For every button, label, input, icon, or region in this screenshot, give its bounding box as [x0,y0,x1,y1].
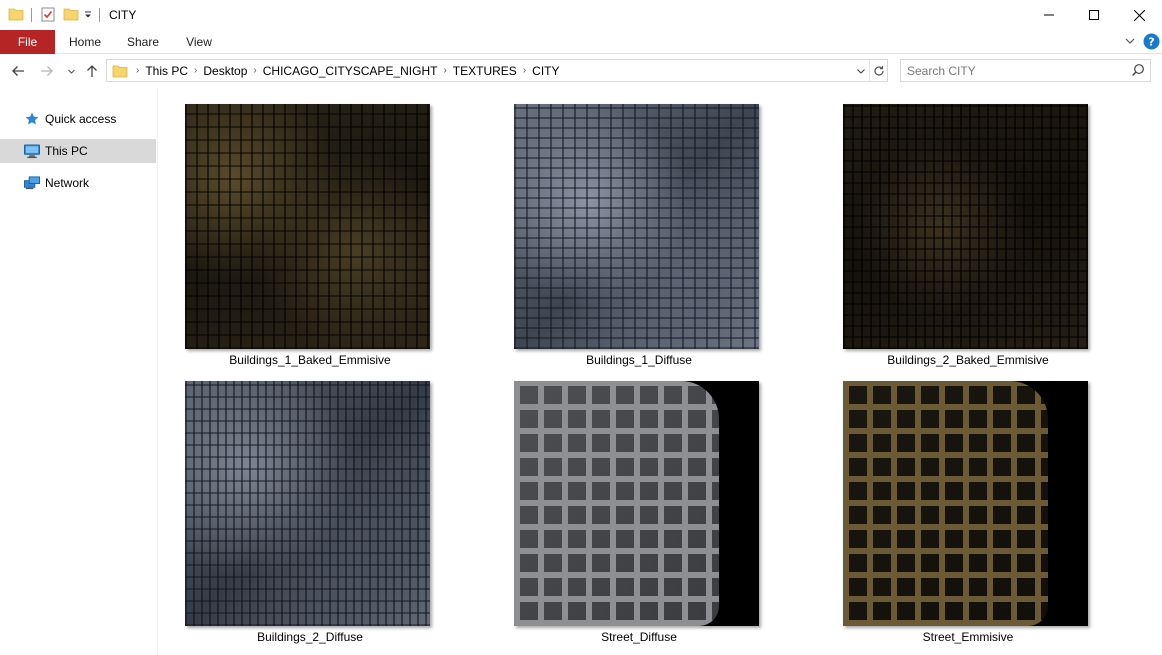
file-item[interactable]: Buildings_1_Baked_Emmisive [160,100,460,370]
breadcrumb-desktop[interactable]: Desktop [203,64,247,78]
search-icon[interactable] [1131,63,1145,80]
sidebar-item-this-pc[interactable]: This PC [0,139,156,163]
search-input[interactable] [907,62,1127,79]
search-box [900,59,1151,82]
expand-ribbon-icon[interactable] [1124,35,1136,50]
title-divider [99,8,100,22]
title-bar: CITY [0,0,1162,30]
folder-icon[interactable] [8,6,24,25]
network-icon [24,175,40,191]
star-icon [24,111,40,127]
breadcrumb-this-pc[interactable]: This PC [145,64,188,78]
customize-toolbar-icon[interactable] [83,9,93,23]
address-history-dropdown[interactable] [853,60,869,81]
sidebar-item-label: Quick access [45,112,117,126]
sidebar-item-label: Network [45,176,90,190]
chevron-right-icon[interactable]: › [253,65,256,76]
new-folder-icon[interactable] [63,6,79,25]
address-bar[interactable]: › This PC › Desktop › CHICAGO_CITYSCAPE_… [106,59,888,82]
refresh-button[interactable] [869,60,887,81]
breadcrumb-city[interactable]: CITY [532,64,559,78]
file-item[interactable]: Buildings_2_Baked_Emmisive [818,100,1118,370]
texture-thumbnail[interactable] [843,381,1088,626]
breadcrumb: › This PC › Desktop › CHICAGO_CITYSCAPE_… [107,60,566,81]
chevron-right-icon[interactable]: › [194,65,197,76]
tab-view[interactable]: View [176,30,222,54]
back-arrow-icon[interactable] [10,63,26,79]
forward-arrow-icon[interactable] [39,63,55,79]
texture-thumbnail[interactable] [514,381,759,626]
sidebar-item-network[interactable]: Network [0,171,156,195]
recent-locations-icon[interactable] [63,63,79,79]
svg-text:?: ? [1148,36,1154,49]
ribbon: File Home Share View ? [0,30,1162,54]
file-item[interactable]: Street_Diffuse [489,377,789,647]
minimize-button[interactable] [1026,0,1072,30]
chevron-right-icon[interactable]: › [443,65,446,76]
properties-icon[interactable] [40,6,56,25]
folder-icon [112,63,128,79]
breadcrumb-textures[interactable]: TEXTURES [453,64,517,78]
texture-thumbnail[interactable] [843,104,1088,349]
texture-thumbnail[interactable] [185,104,430,349]
sidebar-item-label: This PC [45,144,88,158]
up-arrow-icon[interactable] [84,63,100,79]
sidebar-item-quick-access[interactable]: Quick access [0,107,156,131]
file-item[interactable]: Street_Emmisive [818,377,1118,647]
quick-access-divider [31,8,32,22]
navigation-pane: Quick access This PC Network [0,88,158,655]
chevron-right-icon[interactable]: › [523,65,526,76]
tab-file[interactable]: File [0,30,55,54]
maximize-button[interactable] [1071,0,1117,30]
file-name[interactable]: Buildings_1_Baked_Emmisive [160,353,460,367]
file-item[interactable]: Buildings_1_Diffuse [489,100,789,370]
file-name[interactable]: Street_Diffuse [489,630,789,644]
file-name[interactable]: Street_Emmisive [818,630,1118,644]
help-icon[interactable]: ? [1143,33,1160,53]
texture-thumbnail[interactable] [185,381,430,626]
chevron-right-icon[interactable]: › [136,65,139,76]
close-button[interactable] [1116,0,1162,30]
file-name[interactable]: Buildings_2_Baked_Emmisive [818,353,1118,367]
file-name[interactable]: Buildings_2_Diffuse [160,630,460,644]
tab-home[interactable]: Home [60,30,110,54]
computer-icon [24,143,40,159]
window-title: CITY [109,8,137,22]
file-name[interactable]: Buildings_1_Diffuse [489,353,789,367]
file-item[interactable]: Buildings_2_Diffuse [160,377,460,647]
address-row: › This PC › Desktop › CHICAGO_CITYSCAPE_… [0,54,1162,88]
breadcrumb-chicago-cityscape-night[interactable]: CHICAGO_CITYSCAPE_NIGHT [263,64,438,78]
tab-share[interactable]: Share [118,30,168,54]
street-map-texture [843,381,1048,626]
street-map-texture [514,381,719,626]
texture-thumbnail[interactable] [514,104,759,349]
file-view: Buildings_1_Baked_Emmisive Buildings_1_D… [159,88,1162,655]
